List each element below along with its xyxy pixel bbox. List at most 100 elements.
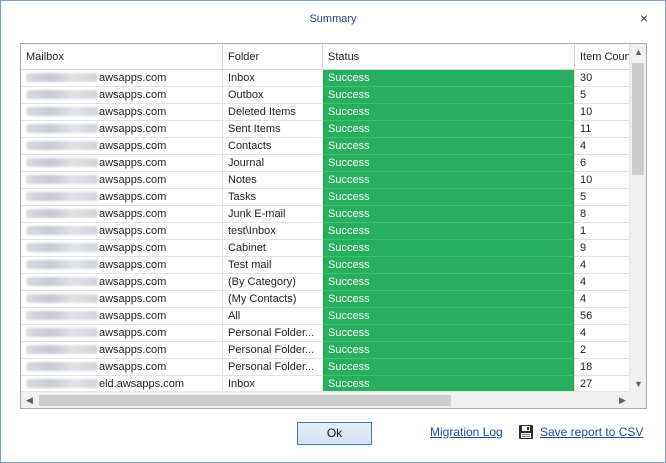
folder-cell: Journal [223, 155, 323, 172]
mailbox-domain: awsapps.com [99, 361, 167, 373]
mailbox-cell: awsapps.com [21, 172, 223, 189]
item-count-cell: 56 [575, 308, 631, 325]
status-cell: Success [323, 359, 575, 376]
redacted-address [26, 90, 98, 99]
folder-cell: Cabinet [223, 240, 323, 257]
mailbox-cell: awsapps.com [21, 342, 223, 359]
mailbox-cell: awsapps.com [21, 121, 223, 138]
redacted-address [26, 192, 98, 201]
redacted-address [26, 158, 98, 167]
table-row[interactable]: awsapps.com Outbox Success 5 [21, 87, 631, 104]
mailbox-cell: awsapps.com [21, 87, 223, 104]
item-count-cell: 5 [575, 87, 631, 104]
mailbox-cell: awsapps.com [21, 240, 223, 257]
column-header-folder[interactable]: Folder [223, 44, 323, 70]
folder-cell: Contacts [223, 138, 323, 155]
redacted-address [26, 243, 98, 252]
redacted-address [26, 260, 98, 269]
scroll-up-icon[interactable]: ▲ [630, 44, 646, 61]
close-icon[interactable]: × [637, 11, 651, 25]
table-row[interactable]: awsapps.com Contacts Success 4 [21, 138, 631, 155]
column-header-status[interactable]: Status [323, 44, 575, 70]
redacted-address [26, 328, 98, 337]
table-row[interactable]: awsapps.com (My Contacts) Success 4 [21, 291, 631, 308]
folder-cell: (By Category) [223, 274, 323, 291]
table-row[interactable]: awsapps.com Journal Success 6 [21, 155, 631, 172]
folder-cell: Deleted Items [223, 104, 323, 121]
grid-rows: awsapps.com Inbox Success 30 awsapps.com Outb… [21, 70, 631, 393]
status-cell: Success [323, 223, 575, 240]
item-count-cell: 18 [575, 359, 631, 376]
status-cell: Success [323, 206, 575, 223]
dialog-title: Summary [309, 13, 357, 25]
item-count-cell: 11 [575, 121, 631, 138]
mailbox-cell: awsapps.com [21, 138, 223, 155]
horizontal-scroll-thumb[interactable] [39, 395, 451, 406]
status-cell: Success [323, 172, 575, 189]
scrollbar-corner [629, 391, 646, 408]
status-cell: Success [323, 257, 575, 274]
item-count-cell: 9 [575, 240, 631, 257]
folder-cell: Outbox [223, 87, 323, 104]
mailbox-domain: awsapps.com [99, 225, 167, 237]
table-row[interactable]: awsapps.com (By Category) Success 4 [21, 274, 631, 291]
redacted-address [26, 141, 98, 150]
item-count-cell: 2 [575, 342, 631, 359]
mailbox-cell: awsapps.com [21, 70, 223, 87]
mailbox-domain: eld.awsapps.com [99, 378, 184, 390]
item-count-cell: 4 [575, 257, 631, 274]
status-cell: Success [323, 70, 575, 87]
mailbox-cell: awsapps.com [21, 104, 223, 121]
folder-cell: Junk E-mail [223, 206, 323, 223]
folder-cell: Inbox [223, 70, 323, 87]
table-row[interactable]: awsapps.com Test mail Success 4 [21, 257, 631, 274]
mailbox-cell: awsapps.com [21, 274, 223, 291]
redacted-address [26, 124, 98, 133]
folder-cell: Tasks [223, 189, 323, 206]
folder-cell: Notes [223, 172, 323, 189]
status-cell: Success [323, 189, 575, 206]
redacted-address [26, 311, 98, 320]
table-row[interactable]: awsapps.com Tasks Success 5 [21, 189, 631, 206]
folder-cell: Personal Folder... [223, 359, 323, 376]
save-report-csv-link[interactable]: Save report to CSV [540, 425, 643, 439]
mailbox-cell: awsapps.com [21, 291, 223, 308]
floppy-disk-icon[interactable] [518, 424, 534, 440]
vertical-scrollbar[interactable]: ▲ ▼ [629, 44, 646, 393]
ok-button[interactable]: Ok [297, 422, 372, 445]
horizontal-scrollbar[interactable]: ◀ ▶ [21, 391, 631, 408]
table-row[interactable]: awsapps.com Sent Items Success 11 [21, 121, 631, 138]
redacted-address [26, 345, 98, 354]
table-row[interactable]: awsapps.com Deleted Items Success 10 [21, 104, 631, 121]
redacted-address [26, 277, 98, 286]
column-header-item-count[interactable]: Item Count [575, 44, 631, 70]
column-header-mailbox[interactable]: Mailbox [21, 44, 223, 70]
table-row[interactable]: awsapps.com All Success 56 [21, 308, 631, 325]
mailbox-domain: awsapps.com [99, 140, 167, 152]
status-cell: Success [323, 308, 575, 325]
table-row[interactable]: awsapps.com Notes Success 10 [21, 172, 631, 189]
table-row[interactable]: awsapps.com Cabinet Success 9 [21, 240, 631, 257]
scroll-left-icon[interactable]: ◀ [21, 392, 38, 408]
mailbox-domain: awsapps.com [99, 157, 167, 169]
table-row[interactable]: awsapps.com Personal Folder... Success 2 [21, 342, 631, 359]
status-cell: Success [323, 342, 575, 359]
table-row[interactable]: awsapps.com Personal Folder... Success 18 [21, 359, 631, 376]
item-count-cell: 6 [575, 155, 631, 172]
item-count-cell: 4 [575, 325, 631, 342]
table-row[interactable]: awsapps.com Personal Folder... Success 4 [21, 325, 631, 342]
status-cell: Success [323, 87, 575, 104]
mailbox-cell: awsapps.com [21, 155, 223, 172]
mailbox-cell: awsapps.com [21, 206, 223, 223]
redacted-address [26, 175, 98, 184]
table-row[interactable]: awsapps.com Junk E-mail Success 8 [21, 206, 631, 223]
table-row[interactable]: awsapps.com Inbox Success 30 [21, 70, 631, 87]
folder-cell: Personal Folder... [223, 325, 323, 342]
item-count-cell: 10 [575, 172, 631, 189]
status-cell: Success [323, 104, 575, 121]
table-row[interactable]: awsapps.com test\Inbox Success 1 [21, 223, 631, 240]
mailbox-cell: awsapps.com [21, 223, 223, 240]
migration-log-link[interactable]: Migration Log [430, 425, 503, 439]
vertical-scroll-thumb[interactable] [632, 63, 644, 175]
status-cell: Success [323, 155, 575, 172]
